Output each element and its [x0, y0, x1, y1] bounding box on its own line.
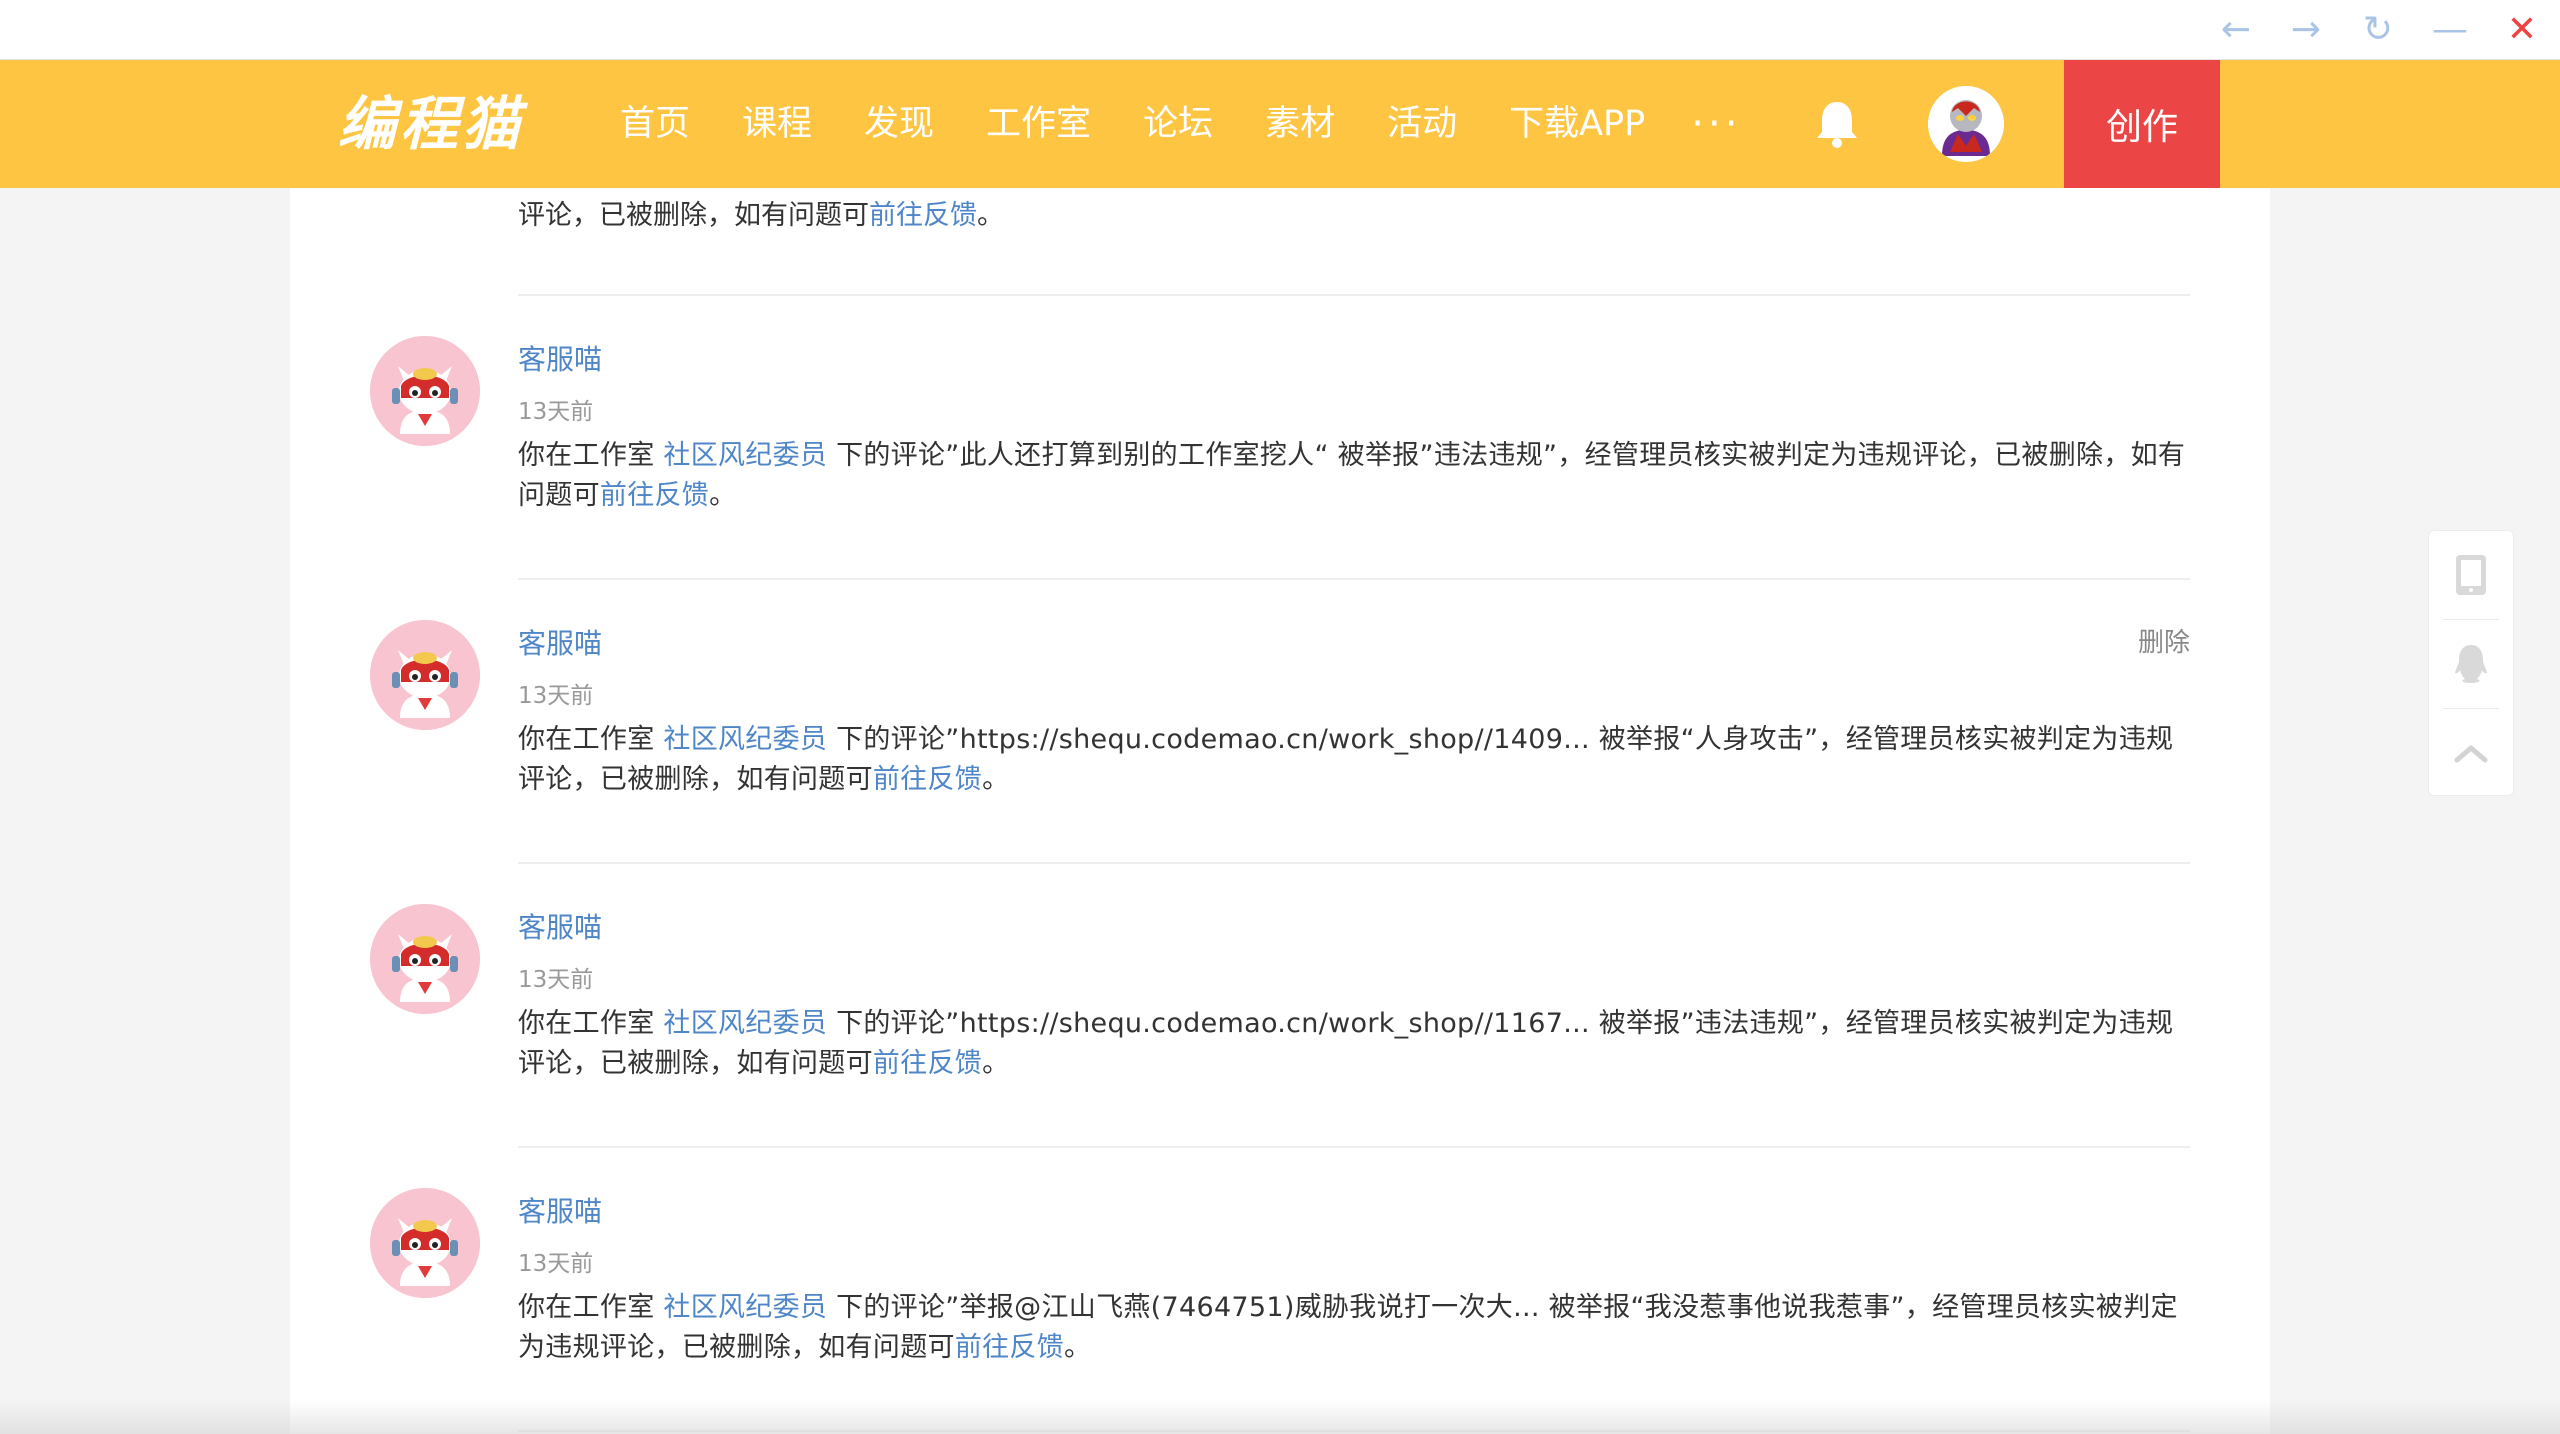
- reload-icon[interactable]: ↻: [2350, 8, 2406, 52]
- message-time: 13天前: [518, 683, 594, 709]
- sender-avatar[interactable]: [370, 620, 480, 730]
- side-toolbar: [2428, 530, 2514, 796]
- more-menu-icon[interactable]: ···: [1691, 60, 1741, 188]
- divider: [518, 862, 2190, 864]
- service-cat-icon: [370, 620, 480, 730]
- message-time: 13天前: [518, 967, 594, 993]
- service-cat-icon: [370, 1188, 480, 1298]
- feedback-link[interactable]: 前往反馈: [869, 200, 977, 231]
- message-suffix: 。: [709, 480, 737, 511]
- message-suffix: 。: [982, 1048, 1010, 1079]
- main-nav: 首页 课程 发现 工作室 论坛 素材 活动 下载APP ···: [620, 60, 1741, 188]
- minimize-icon[interactable]: —: [2422, 8, 2478, 52]
- sender-name[interactable]: 客服喵: [518, 906, 602, 946]
- divider: [518, 294, 2190, 296]
- nav-item-discover[interactable]: 发现: [864, 60, 934, 188]
- message-prefix: 你在工作室: [518, 1292, 664, 1323]
- message-suffix: 。: [1064, 1332, 1092, 1363]
- sender-name[interactable]: 客服喵: [518, 1190, 602, 1230]
- service-cat-icon: [370, 904, 480, 1014]
- studio-link[interactable]: 社区风纪委员: [663, 1292, 827, 1323]
- feedback-link[interactable]: 前往反馈: [955, 1332, 1064, 1363]
- nav-item-materials[interactable]: 素材: [1265, 60, 1335, 188]
- message-text: 你在工作室 社区风纪委员 下的评论”此人还打算到别的工作室挖人“ 被举报”违法违…: [518, 436, 2190, 516]
- message-text: 你在工作室 社区风纪委员 下的评论”举报@江山飞燕(7464751)威胁我说打一…: [518, 1288, 2190, 1368]
- delete-button[interactable]: 删除: [2138, 622, 2190, 659]
- app-window: ← → ↻ — ✕ 编程猫 首页 课程 发现 工作室 论坛 素材 活动 下载AP…: [0, 0, 2560, 1434]
- sender-avatar[interactable]: [370, 904, 480, 1014]
- bottom-shadow: [0, 1400, 2560, 1434]
- feedback-link[interactable]: 前往反馈: [600, 480, 709, 511]
- sender-name[interactable]: 客服喵: [518, 338, 602, 378]
- partial-message-text: 评论，已被删除，如有问题可前往反馈。: [518, 196, 1004, 236]
- studio-link[interactable]: 社区风纪委员: [663, 1008, 827, 1039]
- message-prefix: 你在工作室: [518, 440, 664, 471]
- nav-item-forum[interactable]: 论坛: [1143, 60, 1213, 188]
- feedback-link[interactable]: 前往反馈: [873, 764, 982, 795]
- tablet-icon[interactable]: [2429, 531, 2513, 619]
- message-prefix: 你在工作室: [518, 724, 664, 755]
- message-time: 13天前: [518, 399, 594, 425]
- nav-item-home[interactable]: 首页: [620, 60, 690, 188]
- message-suffix: 。: [982, 764, 1010, 795]
- forward-arrow-icon[interactable]: →: [2278, 8, 2334, 52]
- window-titlebar: ← → ↻ — ✕: [0, 0, 2560, 60]
- message-text: 你在工作室 社区风纪委员 下的评论”https://shequ.codemao.…: [518, 1004, 2190, 1084]
- nav-item-events[interactable]: 活动: [1387, 60, 1457, 188]
- nav-item-studio[interactable]: 工作室: [986, 60, 1091, 188]
- service-cat-icon: [370, 336, 480, 446]
- site-logo[interactable]: 编程猫: [338, 90, 524, 158]
- user-avatar[interactable]: [1928, 86, 2004, 162]
- partial-message-suffix: 。: [977, 200, 1004, 231]
- nav-item-download-app[interactable]: 下载APP: [1509, 60, 1645, 188]
- message-time: 13天前: [518, 1251, 594, 1277]
- sender-avatar[interactable]: [370, 336, 480, 446]
- back-arrow-icon[interactable]: ←: [2208, 8, 2264, 52]
- nav-item-courses[interactable]: 课程: [742, 60, 812, 188]
- message-prefix: 你在工作室: [518, 1008, 664, 1039]
- feedback-link[interactable]: 前往反馈: [873, 1048, 982, 1079]
- qq-icon[interactable]: [2429, 620, 2513, 708]
- create-button[interactable]: 创作: [2064, 60, 2220, 188]
- back-to-top-icon[interactable]: [2429, 709, 2513, 797]
- studio-link[interactable]: 社区风纪委员: [663, 440, 827, 471]
- divider: [518, 1146, 2190, 1148]
- sender-avatar[interactable]: [370, 1188, 480, 1298]
- close-icon[interactable]: ✕: [2494, 8, 2550, 52]
- partial-message-body: 评论，已被删除，如有问题可: [518, 200, 869, 231]
- studio-link[interactable]: 社区风纪委员: [663, 724, 827, 755]
- sender-name[interactable]: 客服喵: [518, 622, 602, 662]
- bell-icon[interactable]: [1812, 98, 1862, 150]
- message-text: 你在工作室 社区风纪委员 下的评论”https://shequ.codemao.…: [518, 720, 2190, 800]
- message-list-panel: 评论，已被删除，如有问题可前往反馈。 客服喵 13天前 你在工作室 社区风纪委员…: [290, 188, 2270, 1434]
- divider: [518, 578, 2190, 580]
